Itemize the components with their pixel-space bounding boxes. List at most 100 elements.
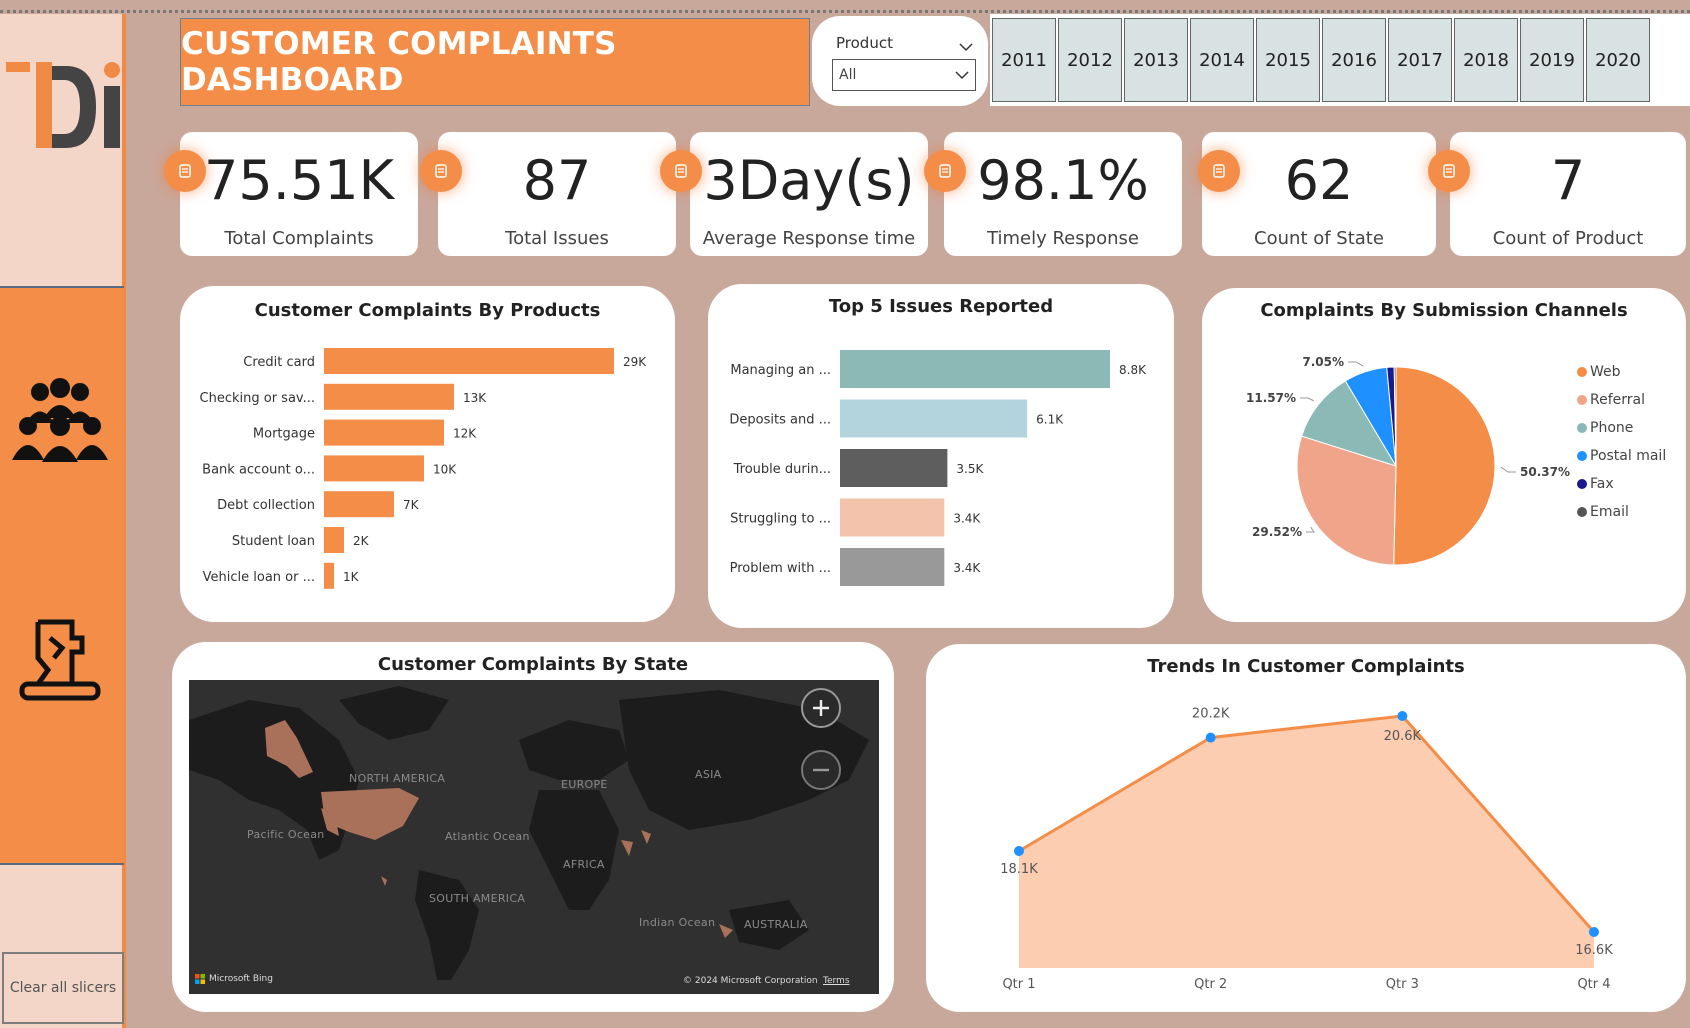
map-label: AUSTRALIA: [744, 918, 808, 931]
kpi-label: Count of Product: [1492, 228, 1644, 249]
data-point[interactable]: [1205, 732, 1216, 743]
kpi-card: 7 Count of Product: [1428, 132, 1686, 256]
kpi-value: 98.1%: [977, 149, 1149, 212]
map-label: ASIA: [695, 768, 722, 781]
zoom-out-button[interactable]: [801, 750, 841, 790]
category-label: Mortgage: [253, 427, 315, 442]
slice-label: 29.52%: [1252, 525, 1302, 539]
kpi-card: 75.51K Total Complaints: [164, 132, 418, 256]
sidebar: Clear all slicers: [0, 14, 126, 1028]
legend-item[interactable]: Postal mail: [1590, 448, 1666, 464]
bar[interactable]: [324, 455, 424, 482]
category-label: Vehicle loan or ...: [203, 570, 315, 585]
channels-pie-chart: 50.37% 29.52% 11.57% 7.05% Web Referral Phone P…: [1246, 355, 1666, 566]
bar[interactable]: [324, 383, 454, 410]
year-button[interactable]: 2018: [1454, 18, 1518, 102]
kpi-value: 62: [1284, 149, 1354, 212]
legend-item[interactable]: Phone: [1590, 420, 1633, 436]
bar[interactable]: [324, 527, 344, 553]
channels-chart-panel: Complaints By Submission Channels 50.37%…: [1202, 288, 1686, 622]
legend-marker: [1577, 451, 1587, 461]
kpi-card: 87 Total Issues: [420, 132, 676, 256]
bar[interactable]: [324, 491, 394, 518]
year-button[interactable]: 2017: [1388, 18, 1452, 102]
legend-marker: [1577, 367, 1587, 377]
year-button[interactable]: 2011: [992, 18, 1056, 102]
category-label: Deposits and ...: [729, 413, 831, 428]
issues-bar-chart: Managing an ... 8.8K Deposits and ... 6.1K T…: [729, 350, 1147, 586]
tdi-logo: [4, 52, 122, 158]
bar[interactable]: [840, 449, 948, 487]
kpi-card: 3Day(s) Average Response time: [660, 132, 928, 256]
legend-marker: [1577, 423, 1587, 433]
legend-item[interactable]: Web: [1590, 364, 1621, 380]
kpi-label: Count of State: [1254, 228, 1384, 249]
legend-item[interactable]: Fax: [1590, 476, 1614, 492]
bar[interactable]: [840, 498, 945, 537]
map-attribution: Microsoft Bing: [209, 974, 273, 984]
map-label: NORTH AMERICA: [349, 772, 446, 785]
year-button[interactable]: 2014: [1190, 18, 1254, 102]
category-label: Credit card: [243, 355, 315, 370]
area-fill: [1019, 716, 1594, 968]
legend-item[interactable]: Referral: [1590, 392, 1645, 408]
people-group-icon[interactable]: [10, 368, 110, 468]
map-label: Atlantic Ocean: [445, 830, 530, 843]
clear-slicers-button[interactable]: Clear all slicers: [2, 952, 124, 1024]
map-label: Indian Ocean: [639, 916, 716, 929]
bar[interactable]: [324, 348, 614, 374]
leader-line: [1500, 466, 1516, 473]
zoom-in-button[interactable]: [801, 688, 841, 728]
map-title: Customer Complaints By State: [377, 654, 689, 675]
kpi-card: 98.1% Timely Response: [924, 132, 1182, 256]
year-button[interactable]: 2013: [1124, 18, 1188, 102]
map-terms-link[interactable]: Terms: [823, 976, 850, 986]
bar[interactable]: [324, 419, 444, 446]
category-label: Bank account o...: [202, 462, 315, 477]
data-point[interactable]: [1589, 927, 1599, 937]
year-button[interactable]: 2019: [1520, 18, 1584, 102]
bar[interactable]: [840, 350, 1110, 388]
kpi-card: 62 Count of State: [1198, 132, 1436, 256]
map-label: AFRICA: [563, 858, 605, 871]
kpi-label: Average Response time: [702, 228, 916, 249]
legend-item[interactable]: Email: [1590, 504, 1629, 520]
year-button[interactable]: 2020: [1586, 18, 1650, 102]
trends-area-chart: 18.1K Qtr 1 20.2K Qtr 2 20.6K Qtr 3 16.6K Qtr 4: [1000, 707, 1613, 992]
kpi-label: Total Complaints: [224, 228, 374, 249]
map-label: SOUTH AMERICA: [429, 892, 526, 905]
map-label: Pacific Ocean: [247, 828, 325, 841]
data-point[interactable]: [1397, 711, 1408, 721]
data-point[interactable]: [1014, 846, 1024, 856]
chevron-down-icon: [955, 71, 969, 80]
bar[interactable]: [840, 548, 945, 586]
leader-line: [1306, 526, 1315, 533]
chevron-down-icon[interactable]: [959, 40, 973, 54]
leader-line: [1348, 361, 1364, 367]
trends-chart-panel: Trends In Customer Complaints 18.1K Qtr 1…: [926, 644, 1686, 1012]
bar[interactable]: [840, 399, 1028, 438]
plus-icon: [813, 700, 829, 716]
year-button[interactable]: 2016: [1322, 18, 1386, 102]
complaint-person-icon[interactable]: [10, 608, 110, 708]
map-label: EUROPE: [561, 778, 608, 791]
category-label: Managing an ...: [730, 363, 831, 378]
bar[interactable]: [324, 562, 334, 589]
data-label: 2K: [353, 534, 370, 548]
product-dropdown[interactable]: All: [832, 59, 976, 91]
map-copyright: © 2024 Microsoft Corporation: [683, 976, 818, 986]
year-button[interactable]: 2015: [1256, 18, 1320, 102]
pie-slice[interactable]: [1393, 366, 1496, 566]
category-label: Problem with ...: [730, 561, 831, 576]
kpi-value: 75.51K: [203, 149, 394, 212]
tick-label: Qtr 2: [1194, 977, 1227, 992]
data-label: 29K: [623, 355, 647, 369]
year-button[interactable]: 2012: [1058, 18, 1122, 102]
data-label: 16.6K: [1575, 943, 1613, 958]
data-label: 20.6K: [1384, 729, 1422, 744]
tick-label: Qtr 1: [1002, 977, 1035, 992]
category-label: Struggling to ...: [730, 512, 831, 527]
data-label: 12K: [453, 427, 477, 441]
legend-marker: [1577, 395, 1587, 405]
world-map[interactable]: NORTH AMERICA EUROPE ASIA AFRICA SOUTH A…: [189, 680, 879, 994]
